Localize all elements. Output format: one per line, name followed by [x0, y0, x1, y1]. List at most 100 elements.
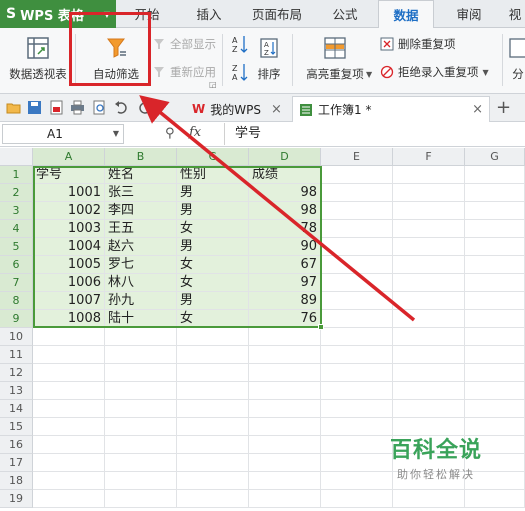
grid-cell[interactable]	[177, 346, 249, 364]
grid-cell[interactable]	[33, 364, 105, 382]
grid-cell[interactable]	[177, 400, 249, 418]
grid-cell[interactable]	[177, 490, 249, 508]
grid-cell[interactable]	[249, 472, 321, 490]
grid-cell[interactable]	[465, 490, 525, 508]
highlight-duplicates-button[interactable]: 高亮重复项	[300, 36, 370, 82]
grid-cell[interactable]	[105, 346, 177, 364]
grid-cell[interactable]	[177, 382, 249, 400]
grid-cell[interactable]	[249, 436, 321, 454]
more-icon[interactable]: ▾	[158, 101, 163, 111]
grid-cell[interactable]: 89	[249, 292, 321, 310]
new-tab-button[interactable]: +	[496, 97, 511, 118]
row-header[interactable]: 17	[0, 454, 33, 472]
select-all-corner[interactable]	[0, 148, 33, 166]
grid-cell[interactable]	[177, 364, 249, 382]
grid-cell[interactable]	[105, 490, 177, 508]
grid-cell[interactable]: 1007	[33, 292, 105, 310]
reapply-button[interactable]: 重新应用	[152, 64, 216, 80]
grid-cell[interactable]	[465, 364, 525, 382]
row-header[interactable]: 13	[0, 382, 33, 400]
grid-cell[interactable]	[105, 418, 177, 436]
grid-cell[interactable]	[321, 274, 393, 292]
grid-cell[interactable]	[393, 328, 465, 346]
grid-cell[interactable]	[465, 292, 525, 310]
remove-duplicates-button[interactable]: 删除重复项	[380, 36, 456, 52]
grid-cell[interactable]	[393, 166, 465, 184]
grid-cell[interactable]	[393, 400, 465, 418]
column-header[interactable]: E	[321, 148, 393, 166]
grid-cell[interactable]: 1001	[33, 184, 105, 202]
grid-cell[interactable]	[393, 310, 465, 328]
grid-cell[interactable]	[393, 364, 465, 382]
row-header[interactable]: 5	[0, 238, 33, 256]
save-icon[interactable]	[27, 100, 42, 115]
grid-cell[interactable]	[249, 490, 321, 508]
grid-cell[interactable]: 李四	[105, 202, 177, 220]
sort-button[interactable]: A Z 排序	[252, 36, 286, 82]
grid-cell[interactable]: 1005	[33, 256, 105, 274]
row-header[interactable]: 6	[0, 256, 33, 274]
grid-cell[interactable]	[105, 454, 177, 472]
grid-cell[interactable]	[177, 454, 249, 472]
row-header[interactable]: 15	[0, 418, 33, 436]
grid-cell[interactable]	[393, 184, 465, 202]
row-header[interactable]: 11	[0, 346, 33, 364]
grid-cell[interactable]	[393, 292, 465, 310]
grid-cell[interactable]	[393, 490, 465, 508]
tab-insert[interactable]: 插入	[186, 0, 232, 28]
row-header[interactable]: 12	[0, 364, 33, 382]
column-header[interactable]: C	[177, 148, 249, 166]
grid-cell[interactable]	[393, 382, 465, 400]
close-icon[interactable]: ×	[472, 102, 483, 117]
row-header[interactable]: 2	[0, 184, 33, 202]
grid-cell[interactable]	[105, 436, 177, 454]
grid-cell[interactable]: 女	[177, 274, 249, 292]
row-header[interactable]: 8	[0, 292, 33, 310]
grid-cell[interactable]	[321, 202, 393, 220]
grid-cell[interactable]	[321, 490, 393, 508]
dropdown-arrow-icon[interactable]: ▼	[366, 70, 372, 79]
grid-cell[interactable]	[33, 418, 105, 436]
grid-cell[interactable]: 90	[249, 238, 321, 256]
split-button[interactable]: 分	[508, 36, 525, 82]
grid-cell[interactable]: 女	[177, 256, 249, 274]
pivot-table-button[interactable]: 数据透视表	[6, 36, 70, 82]
grid-cell[interactable]	[33, 490, 105, 508]
grid-cell[interactable]	[177, 328, 249, 346]
row-header[interactable]: 4	[0, 220, 33, 238]
row-header[interactable]: 16	[0, 436, 33, 454]
grid-cell[interactable]	[393, 220, 465, 238]
grid-cell[interactable]	[465, 238, 525, 256]
column-header[interactable]: D	[249, 148, 321, 166]
column-header[interactable]: G	[465, 148, 525, 166]
grid-cell[interactable]	[393, 274, 465, 292]
grid-cell[interactable]: 1002	[33, 202, 105, 220]
grid-cell[interactable]: 1008	[33, 310, 105, 328]
grid-cell[interactable]	[465, 256, 525, 274]
grid-cell[interactable]	[249, 418, 321, 436]
grid-cell[interactable]	[465, 382, 525, 400]
column-header[interactable]: B	[105, 148, 177, 166]
undo-icon[interactable]	[114, 100, 129, 115]
reject-duplicates-button[interactable]: 拒绝录入重复项 ▼	[380, 64, 489, 80]
grid-cell[interactable]: 孙九	[105, 292, 177, 310]
dialog-launcher-icon[interactable]: ◲	[209, 80, 217, 89]
grid-cell[interactable]	[393, 238, 465, 256]
grid-cell[interactable]	[33, 400, 105, 418]
redo-icon[interactable]	[137, 100, 152, 115]
row-header[interactable]: 10	[0, 328, 33, 346]
grid-cell[interactable]	[105, 364, 177, 382]
name-box[interactable]: A1 ▼	[2, 124, 124, 144]
fx-insert-function-icon[interactable]: fx	[189, 125, 201, 140]
grid-cell[interactable]	[321, 328, 393, 346]
grid-cell[interactable]: 男	[177, 202, 249, 220]
grid-cell[interactable]: 76	[249, 310, 321, 328]
grid-cell[interactable]	[105, 472, 177, 490]
row-header[interactable]: 7	[0, 274, 33, 292]
close-icon[interactable]: ×	[271, 102, 282, 117]
grid-cell[interactable]	[249, 400, 321, 418]
tab-view[interactable]: 视	[504, 0, 525, 28]
row-header[interactable]: 1	[0, 166, 33, 184]
grid-cell[interactable]	[321, 310, 393, 328]
grid-cell[interactable]: 陆十	[105, 310, 177, 328]
